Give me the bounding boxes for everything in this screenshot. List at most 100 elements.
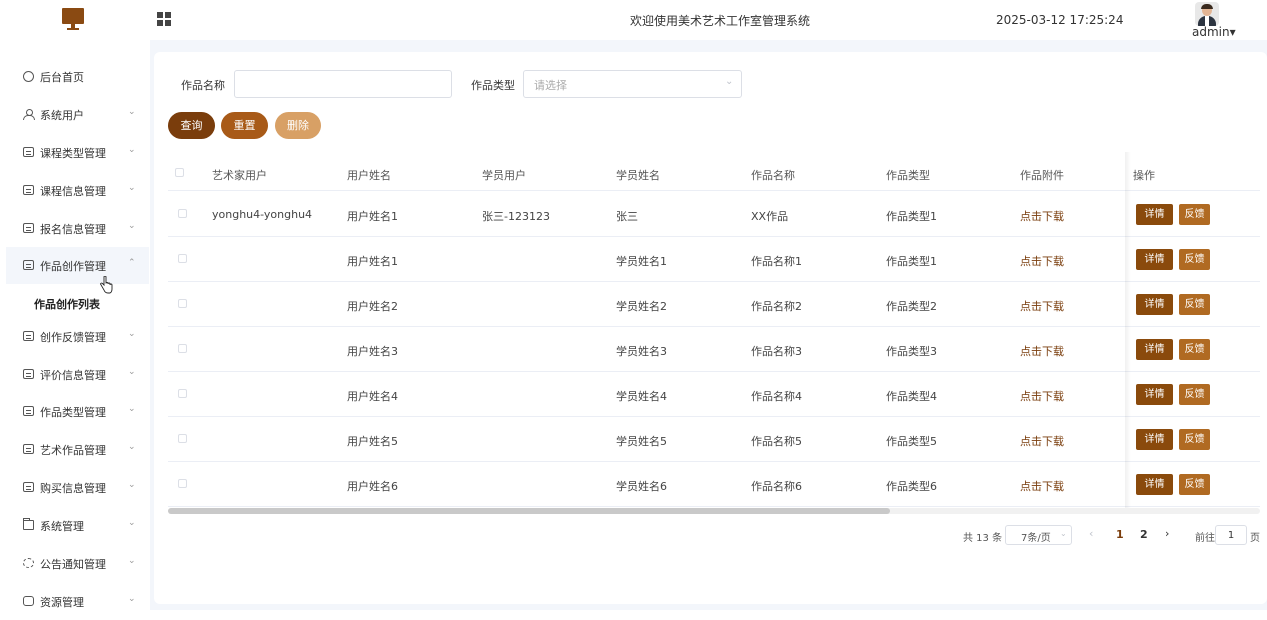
cell-student-name: 学员姓名5 — [616, 435, 667, 448]
download-link[interactable]: 点击下载 — [1020, 253, 1064, 269]
cell-user-name: 用户姓名1 — [347, 255, 398, 268]
feedback-button[interactable]: 反馈 — [1179, 339, 1210, 360]
feedback-button[interactable]: 反馈 — [1179, 429, 1210, 450]
avatar[interactable] — [1195, 2, 1219, 26]
page-size-select[interactable]: 7条/页 ⌄ — [1005, 525, 1072, 545]
detail-button[interactable]: 详情 — [1136, 204, 1173, 225]
cell-user-name: 用户姓名6 — [347, 480, 398, 493]
detail-button[interactable]: 详情 — [1136, 474, 1173, 495]
row-checkbox[interactable] — [178, 479, 187, 488]
feedback-button[interactable]: 反馈 — [1179, 204, 1210, 225]
cell-student-name: 张三 — [616, 210, 638, 223]
detail-button[interactable]: 详情 — [1136, 294, 1173, 315]
sun-icon — [23, 558, 34, 568]
artwork-name-label: 作品名称 — [181, 79, 225, 92]
sidebar: 后台首页 系统用户 ⌄ 课程类型管理 ⌄ 课程信息管理 ⌄ 报名信息管理 ⌄ 作… — [0, 40, 150, 610]
download-link[interactable]: 点击下载 — [1020, 433, 1064, 449]
sidebar-item-label: 报名信息管理 — [40, 223, 106, 236]
cell-work-type: 作品类型4 — [886, 390, 937, 403]
sidebar-item-label: 作品类型管理 — [40, 406, 106, 419]
next-page-button[interactable]: › — [1165, 527, 1169, 540]
sidebar-item-creation-feedback[interactable]: 创作反馈管理 ⌄ — [6, 318, 149, 355]
user-menu[interactable]: admin▾ — [1192, 25, 1236, 39]
cell-user-name: 用户姓名2 — [347, 300, 398, 313]
feedback-button[interactable]: 反馈 — [1179, 384, 1210, 405]
table-row: 用户姓名4 学员姓名4 作品名称4 作品类型4 点击下载 详情 反馈 — [168, 372, 1260, 417]
download-link[interactable]: 点击下载 — [1020, 208, 1064, 224]
hand-cursor-icon — [100, 276, 113, 294]
row-checkbox[interactable] — [178, 209, 187, 218]
query-button[interactable]: 查询 — [168, 112, 215, 139]
sidebar-item-artwork-creation[interactable]: 作品创作管理 ⌃ — [6, 247, 149, 284]
sidebar-item-home[interactable]: 后台首页 — [6, 58, 149, 95]
table-row: 用户姓名1 学员姓名1 作品名称1 作品类型1 点击下载 详情 反馈 — [168, 237, 1260, 282]
column-header: 作品类型 — [886, 169, 930, 182]
page-number-2[interactable]: 2 — [1140, 528, 1148, 541]
page-size-value: 7条/页 — [1021, 533, 1051, 544]
feedback-button[interactable]: 反馈 — [1179, 474, 1210, 495]
detail-button[interactable]: 详情 — [1136, 384, 1173, 405]
reset-button[interactable]: 重置 — [221, 112, 268, 139]
download-link[interactable]: 点击下载 — [1020, 388, 1064, 404]
delete-button[interactable]: 删除 — [275, 112, 321, 139]
column-header: 用户姓名 — [347, 169, 391, 182]
user-icon — [23, 109, 35, 120]
detail-button[interactable]: 详情 — [1136, 429, 1173, 450]
sidebar-item-artwork-types[interactable]: 作品类型管理 ⌄ — [6, 393, 149, 430]
sidebar-item-resources[interactable]: 资源管理 ⌄ — [6, 583, 149, 620]
chevron-down-icon: ⌄ — [128, 145, 136, 155]
artwork-type-select[interactable]: 请选择 — [523, 70, 742, 98]
sidebar-item-system-users[interactable]: 系统用户 ⌄ — [6, 96, 149, 133]
form-icon — [23, 406, 34, 416]
cell-work-type: 作品类型1 — [886, 255, 937, 268]
artwork-name-input[interactable] — [234, 70, 452, 98]
sidebar-item-system-management[interactable]: 系统管理 ⌄ — [6, 507, 149, 544]
sidebar-subitem-label: 作品创作列表 — [34, 298, 100, 311]
page-jump-input[interactable] — [1215, 525, 1247, 545]
cell-work-type: 作品类型6 — [886, 480, 937, 493]
chevron-down-icon: ⌄ — [128, 107, 136, 117]
row-checkbox[interactable] — [178, 434, 187, 443]
row-checkbox[interactable] — [178, 344, 187, 353]
artwork-type-label: 作品类型 — [471, 79, 515, 92]
download-link[interactable]: 点击下载 — [1020, 343, 1064, 359]
feedback-button[interactable]: 反馈 — [1179, 294, 1210, 315]
cell-student-name: 学员姓名6 — [616, 480, 667, 493]
sidebar-item-course-types[interactable]: 课程类型管理 ⌄ — [6, 134, 149, 171]
chevron-down-icon: ⌄ — [128, 518, 136, 528]
detail-button[interactable]: 详情 — [1136, 249, 1173, 270]
form-icon — [23, 147, 34, 157]
sidebar-item-label: 创作反馈管理 — [40, 331, 106, 344]
chevron-down-icon: ⌄ — [128, 183, 136, 193]
username-label: admin — [1192, 25, 1230, 39]
column-header: 学员用户 — [482, 169, 526, 182]
sidebar-item-enrollment[interactable]: 报名信息管理 ⌄ — [6, 210, 149, 247]
feedback-button[interactable]: 反馈 — [1179, 249, 1210, 270]
form-icon — [23, 482, 34, 492]
prev-page-button[interactable]: ‹ — [1089, 527, 1093, 540]
sidebar-item-purchases[interactable]: 购买信息管理 ⌄ — [6, 469, 149, 506]
horizontal-scrollbar[interactable] — [168, 508, 1260, 514]
chevron-down-icon: ⌄ — [128, 329, 136, 339]
cell-work-type: 作品类型5 — [886, 435, 937, 448]
sidebar-item-label: 资源管理 — [40, 596, 84, 609]
sidebar-item-reviews[interactable]: 评价信息管理 ⌄ — [6, 356, 149, 393]
cell-student-name: 学员姓名4 — [616, 390, 667, 403]
sidebar-item-announcements[interactable]: 公告通知管理 ⌄ — [6, 545, 149, 582]
download-link[interactable]: 点击下载 — [1020, 478, 1064, 494]
detail-button[interactable]: 详情 — [1136, 339, 1173, 360]
sidebar-item-label: 作品创作管理 — [40, 260, 106, 273]
sidebar-subitem-artwork-list[interactable]: 作品创作列表 — [6, 287, 149, 317]
download-link[interactable]: 点击下载 — [1020, 298, 1064, 314]
row-checkbox[interactable] — [178, 254, 187, 263]
select-all-checkbox[interactable] — [175, 168, 184, 177]
row-checkbox[interactable] — [178, 389, 187, 398]
sidebar-item-art-works[interactable]: 艺术作品管理 ⌄ — [6, 431, 149, 468]
page-number-1[interactable]: 1 — [1116, 528, 1124, 541]
scrollbar-thumb[interactable] — [168, 508, 890, 514]
select-placeholder: 请选择 — [534, 79, 567, 92]
row-checkbox[interactable] — [178, 299, 187, 308]
cell-student: 张三-123123 — [482, 210, 550, 223]
grid-menu-icon[interactable] — [157, 12, 172, 27]
sidebar-item-course-info[interactable]: 课程信息管理 ⌄ — [6, 172, 149, 209]
